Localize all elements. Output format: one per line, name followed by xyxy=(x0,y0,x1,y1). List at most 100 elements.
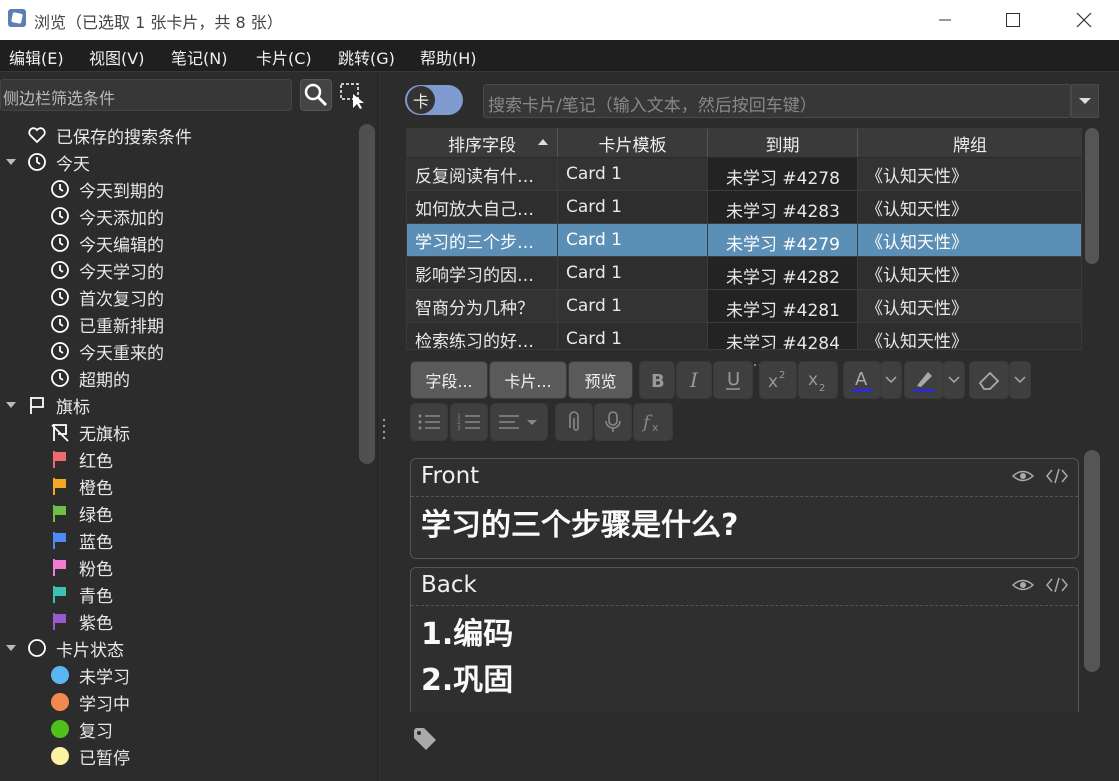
attach-button[interactable] xyxy=(555,403,593,441)
highlight-dropdown[interactable] xyxy=(943,361,965,399)
table-scrollbar[interactable] xyxy=(1085,128,1099,264)
table-row[interactable]: 学习的三个步… Card 1 未学习 #4279 《认知天性》 xyxy=(407,224,1081,257)
window-title: 浏览（已选取 1 张卡片，共 8 张） xyxy=(34,13,283,32)
menu-help[interactable]: 帮助(H) xyxy=(420,45,477,69)
sidebar-item[interactable]: 已保存的搜索条件 xyxy=(26,122,192,148)
select-tool-button[interactable] xyxy=(338,81,370,111)
close-button[interactable] xyxy=(1049,0,1119,40)
eraser-dropdown[interactable] xyxy=(1009,361,1031,399)
eye-icon[interactable] xyxy=(1012,576,1034,594)
sidebar-item[interactable]: 红色 xyxy=(49,446,113,472)
title-bar: 浏览（已选取 1 张卡片，共 8 张） xyxy=(0,0,1119,40)
back-field-editor[interactable]: 1.编码 2.巩固 xyxy=(411,605,1078,715)
front-field-editor[interactable]: 学习的三个步骤是什么? xyxy=(411,496,1078,558)
maximize-button[interactable] xyxy=(978,0,1048,40)
table-resize-handle[interactable] xyxy=(743,352,769,366)
bullet-list-button[interactable] xyxy=(410,403,448,441)
table-row[interactable]: 反复阅读有什… Card 1 未学习 #4278 《认知天性》 xyxy=(407,158,1081,191)
table-cell: Card 1 xyxy=(558,158,708,191)
sidebar-search-button[interactable] xyxy=(300,79,332,111)
sidebar-item[interactable]: 橙色 xyxy=(49,473,113,499)
sidebar-item[interactable]: 青色 xyxy=(49,581,113,607)
subscript-button[interactable]: x2 xyxy=(798,361,838,399)
menu-notes[interactable]: 笔记(N) xyxy=(171,45,227,69)
eye-icon[interactable] xyxy=(1012,467,1034,485)
search-input[interactable]: 搜索卡片/笔记（输入文本，然后按回车键） xyxy=(483,84,1071,118)
sidebar-item[interactable]: 旗标 xyxy=(26,392,90,418)
sidebar-item[interactable]: 复习 xyxy=(49,716,113,742)
table-cell: 《认知天性》 xyxy=(858,290,1081,323)
bold-icon: B xyxy=(651,371,665,390)
sidebar-item[interactable]: 今天编辑的 xyxy=(49,230,164,256)
sidebar-item[interactable]: 首次复习的 xyxy=(49,284,164,310)
menu-view[interactable]: 视图(V) xyxy=(89,45,144,69)
equation-button[interactable]: fx xyxy=(633,403,673,441)
menu-cards[interactable]: 卡片(C) xyxy=(256,45,312,69)
splitter-handle[interactable] xyxy=(380,416,388,446)
column-card-template[interactable]: 卡片模板 xyxy=(558,129,708,157)
sidebar-item[interactable]: 蓝色 xyxy=(49,527,113,553)
text-color-button[interactable]: A xyxy=(843,361,881,399)
underline-button[interactable]: U xyxy=(713,361,753,399)
preview-button[interactable]: 预览 xyxy=(568,361,633,399)
table-row[interactable]: 检索练习的好… Card 1 未学习 #4284 《认知天性》 xyxy=(407,323,1081,349)
svg-text:U: U xyxy=(727,369,740,390)
cards-notes-toggle[interactable]: 卡 xyxy=(405,85,463,115)
search-history-dropdown[interactable] xyxy=(1071,84,1099,118)
clock-icon xyxy=(49,367,71,389)
sidebar-item[interactable]: 今天重来的 xyxy=(49,338,164,364)
superscript-button[interactable]: x2 xyxy=(759,361,797,399)
minimize-button[interactable] xyxy=(910,0,980,40)
sidebar-item[interactable]: 今天学习的 xyxy=(49,257,164,283)
tag-button[interactable] xyxy=(412,726,438,756)
column-sort-field[interactable]: 排序字段 xyxy=(407,129,558,157)
sidebar-item[interactable]: 超期的 xyxy=(49,365,130,391)
sidebar-item[interactable]: 今天添加的 xyxy=(49,203,164,229)
clock-icon xyxy=(26,151,48,173)
table-row[interactable]: 影响学习的因… Card 1 未学习 #4282 《认知天性》 xyxy=(407,257,1081,290)
highlight-button[interactable] xyxy=(904,361,944,399)
expand-arrow-icon[interactable] xyxy=(4,398,18,412)
menu-go[interactable]: 跳转(G) xyxy=(338,45,395,69)
text-color-dropdown[interactable] xyxy=(880,361,902,399)
sidebar-item[interactable]: 粉色 xyxy=(49,554,113,580)
sidebar-item[interactable]: 已重新排期 xyxy=(49,311,164,337)
expand-arrow-icon[interactable] xyxy=(4,641,18,655)
sidebar-scrollbar[interactable] xyxy=(359,124,375,464)
numbered-list-button[interactable]: 123 xyxy=(450,403,488,441)
record-audio-button[interactable] xyxy=(594,403,632,441)
sidebar-item[interactable]: 今天 xyxy=(26,149,90,175)
cards-button[interactable]: 卡片... xyxy=(489,361,567,399)
sidebar-item[interactable]: 绿色 xyxy=(49,500,113,526)
table-cell: 未学习 #4281 xyxy=(708,290,858,323)
sidebar-item[interactable]: 卡片状态 xyxy=(26,635,124,661)
alignment-button[interactable] xyxy=(490,403,548,441)
fields-button[interactable]: 字段... xyxy=(410,361,488,399)
eraser-button[interactable] xyxy=(969,361,1009,399)
italic-button[interactable]: I xyxy=(676,361,712,399)
column-due[interactable]: 到期 xyxy=(708,129,858,157)
sidebar-item[interactable]: 紫色 xyxy=(49,608,113,634)
menu-edit[interactable]: 编辑(E) xyxy=(9,45,64,69)
sidebar-filter-input[interactable]: 侧边栏筛选条件 xyxy=(0,79,292,111)
bold-button[interactable]: B xyxy=(639,361,675,399)
heart-icon xyxy=(26,124,48,146)
table-row[interactable]: 智商分为几种？ Card 1 未学习 #4281 《认知天性》 xyxy=(407,290,1081,323)
html-editor-icon[interactable] xyxy=(1046,576,1068,594)
sidebar-item[interactable]: 无旗标 xyxy=(49,419,130,445)
align-left-icon xyxy=(499,415,537,429)
editor-scrollbar[interactable] xyxy=(1084,450,1100,672)
close-icon xyxy=(1076,12,1092,28)
sidebar-item[interactable]: 已暂停 xyxy=(49,743,130,769)
sidebar-item[interactable]: 学习中 xyxy=(49,689,130,715)
column-deck[interactable]: 牌组 xyxy=(858,129,1081,157)
paperclip-icon xyxy=(569,411,579,431)
html-editor-icon[interactable] xyxy=(1046,467,1068,485)
sidebar-item[interactable]: 未学习 xyxy=(49,662,130,688)
back-field: Back 1.编码 2.巩固 xyxy=(410,567,1079,717)
sort-ascending-icon xyxy=(538,139,548,145)
sidebar-item[interactable]: 今天到期的 xyxy=(49,176,164,202)
app-icon xyxy=(8,9,26,27)
table-row[interactable]: 如何放大自己… Card 1 未学习 #4283 《认知天性》 xyxy=(407,191,1081,224)
expand-arrow-icon[interactable] xyxy=(4,155,18,169)
